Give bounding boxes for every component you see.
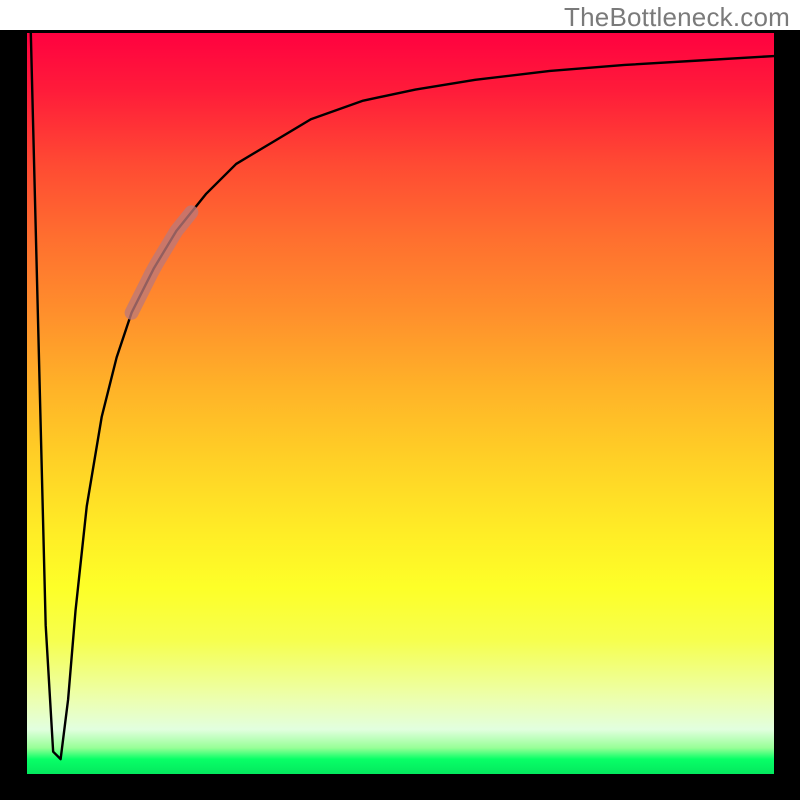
chart-svg <box>27 30 774 774</box>
bottleneck-curve-path <box>31 30 774 759</box>
watermark-text: TheBottleneck.com <box>564 2 790 33</box>
chart-container: TheBottleneck.com <box>0 0 800 800</box>
frame-left <box>0 30 27 774</box>
highlight-segment-path <box>132 212 192 312</box>
curve-layer <box>31 30 774 759</box>
frame-bottom <box>0 774 800 800</box>
frame-right <box>774 30 800 774</box>
